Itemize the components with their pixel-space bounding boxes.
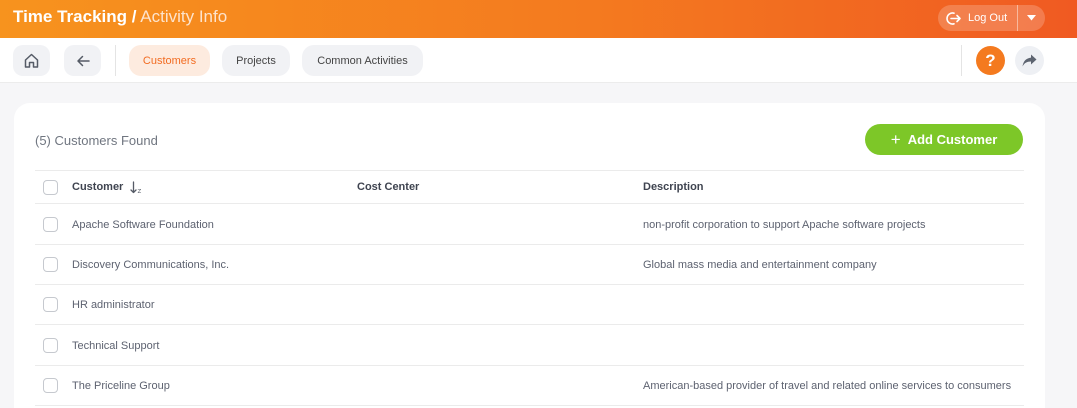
customer-description: non-profit corporation to support Apache… <box>643 219 926 231</box>
table-row[interactable]: Apache Software Foundation non-profit co… <box>35 205 1024 245</box>
column-header-cost-center[interactable]: Cost Center <box>357 181 419 193</box>
page-title-main: Time Tracking / <box>13 7 137 26</box>
customer-description: American-based provider of travel and re… <box>643 380 1012 392</box>
column-header-customer[interactable]: Customer <box>72 181 123 193</box>
toolbar: Customers Projects Common Activities ? <box>0 38 1077 83</box>
row-checkbox[interactable] <box>43 297 58 312</box>
plus-icon: + <box>890 130 901 149</box>
tab-customers[interactable]: Customers <box>129 45 210 76</box>
page-title-sub: Activity Info <box>136 7 228 26</box>
page-title: Time Tracking / Activity Info <box>13 7 227 27</box>
table-header: Customer Z Cost Center Description <box>35 170 1024 204</box>
sort-az-icon[interactable]: Z <box>130 181 143 194</box>
results-count: (5) Customers Found <box>35 133 158 148</box>
logout-group: Log Out <box>938 5 1045 31</box>
row-checkbox[interactable] <box>43 257 58 272</box>
customer-name: Apache Software Foundation <box>72 219 214 231</box>
table-row[interactable]: HR administrator <box>35 285 1024 325</box>
back-button[interactable] <box>64 45 101 76</box>
question-icon: ? <box>985 50 996 70</box>
add-customer-button[interactable]: + Add Customer <box>865 124 1023 155</box>
caret-down-icon <box>1027 15 1036 21</box>
toolbar-divider <box>115 45 116 76</box>
row-checkbox[interactable] <box>43 338 58 353</box>
arrow-left-icon <box>76 55 90 66</box>
app-header: Time Tracking / Activity Info Log Out <box>0 0 1077 38</box>
home-icon <box>24 53 39 68</box>
help-button[interactable]: ? <box>976 46 1005 75</box>
tab-common-activities[interactable]: Common Activities <box>302 45 423 76</box>
customer-name: Discovery Communications, Inc. <box>72 259 230 271</box>
logout-label: Log Out <box>968 12 1008 24</box>
logout-menu-toggle[interactable] <box>1018 5 1045 31</box>
select-all-checkbox[interactable] <box>43 180 58 195</box>
share-icon <box>1022 54 1037 67</box>
svg-text:Z: Z <box>138 189 142 194</box>
table-row[interactable]: The Priceline Group American-based provi… <box>35 366 1024 406</box>
table-row[interactable]: Technical Support <box>35 326 1024 366</box>
customer-name: HR administrator <box>72 299 155 311</box>
row-checkbox[interactable] <box>43 378 58 393</box>
customers-panel: (5) Customers Found + Add Customer Custo… <box>14 103 1045 408</box>
logout-icon <box>946 11 961 25</box>
customer-name: The Priceline Group <box>72 380 170 392</box>
row-checkbox[interactable] <box>43 217 58 232</box>
logout-button[interactable]: Log Out <box>938 5 1017 31</box>
column-header-description[interactable]: Description <box>643 181 704 193</box>
home-button[interactable] <box>13 45 50 76</box>
customer-name: Technical Support <box>72 340 160 352</box>
customer-description: Global mass media and entertainment comp… <box>643 259 877 271</box>
toolbar-divider-right <box>961 45 962 76</box>
share-button[interactable] <box>1015 46 1044 75</box>
tab-projects[interactable]: Projects <box>222 45 290 76</box>
table-row[interactable]: Discovery Communications, Inc. Global ma… <box>35 245 1024 285</box>
add-customer-label: Add Customer <box>907 132 998 147</box>
